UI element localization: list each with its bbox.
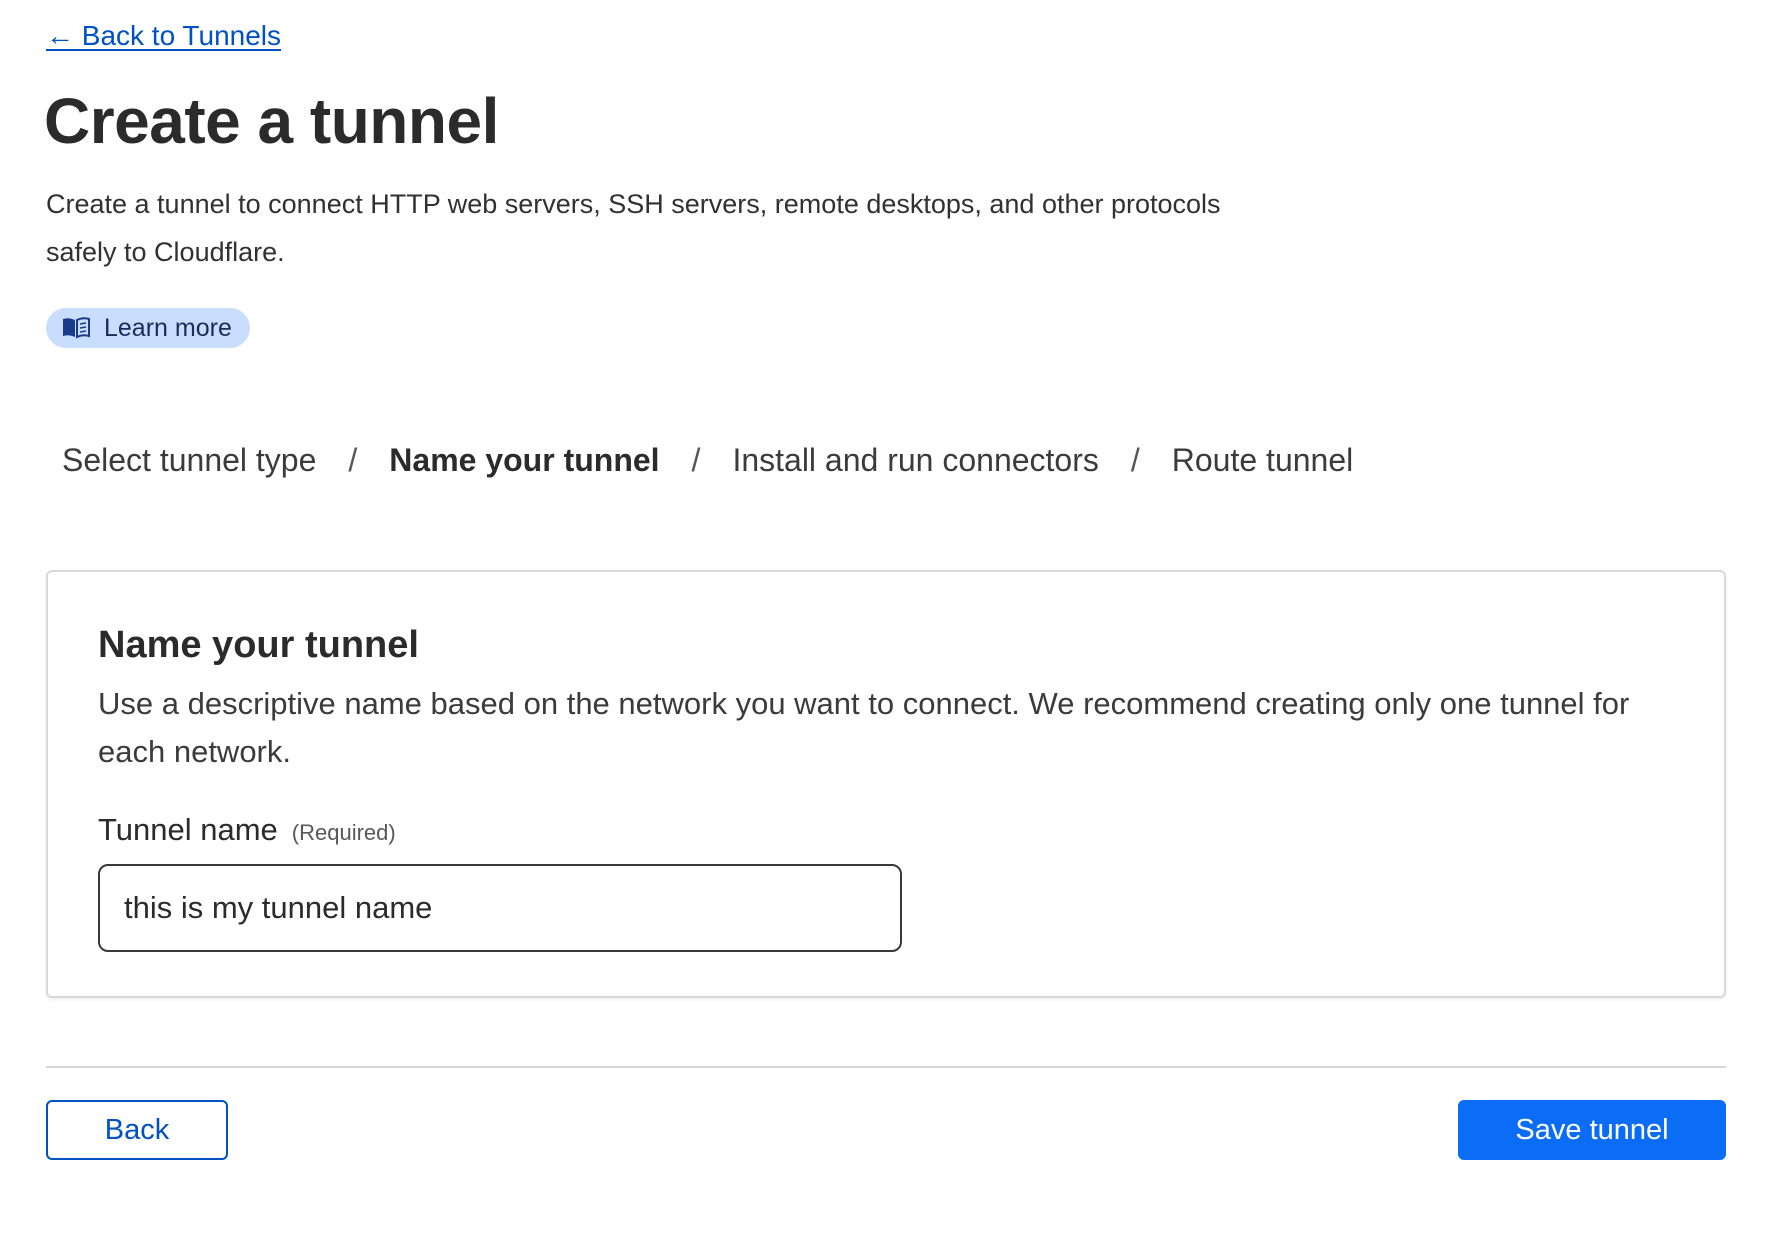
step-install-run-connectors: Install and run connectors [732, 442, 1099, 478]
footer-divider [46, 1066, 1726, 1068]
step-select-tunnel-type[interactable]: Select tunnel type [62, 442, 316, 479]
card-title: Name your tunnel [98, 624, 419, 666]
step-separator: / [691, 442, 701, 478]
tunnel-name-label-text: Tunnel name [98, 812, 278, 847]
learn-more-button[interactable]: Learn more [46, 308, 250, 348]
save-tunnel-button[interactable]: Save tunnel [1458, 1100, 1726, 1160]
book-icon [63, 317, 90, 339]
tunnel-name-label: Tunnel name (Required) [98, 812, 396, 848]
tunnel-name-input[interactable] [98, 864, 902, 952]
card-description: Use a descriptive name based on the netw… [98, 686, 1630, 769]
step-separator: / [348, 442, 358, 478]
page-description: Create a tunnel to connect HTTP web serv… [46, 189, 1221, 267]
step-route-tunnel: Route tunnel [1171, 442, 1354, 478]
step-name-your-tunnel: Name your tunnel [389, 442, 660, 478]
back-to-tunnels-link[interactable]: ← Back to Tunnels [46, 20, 281, 52]
back-button[interactable]: Back [46, 1100, 228, 1160]
step-separator: / [1130, 442, 1140, 478]
name-tunnel-card: Name your tunnel Use a descriptive name … [46, 570, 1726, 998]
learn-more-label: Learn more [104, 313, 232, 342]
page-title: Create a tunnel [44, 85, 499, 157]
required-indicator: (Required) [291, 820, 396, 845]
tunnel-steps-breadcrumb: Select tunnel type / Name your tunnel / … [62, 442, 1353, 479]
